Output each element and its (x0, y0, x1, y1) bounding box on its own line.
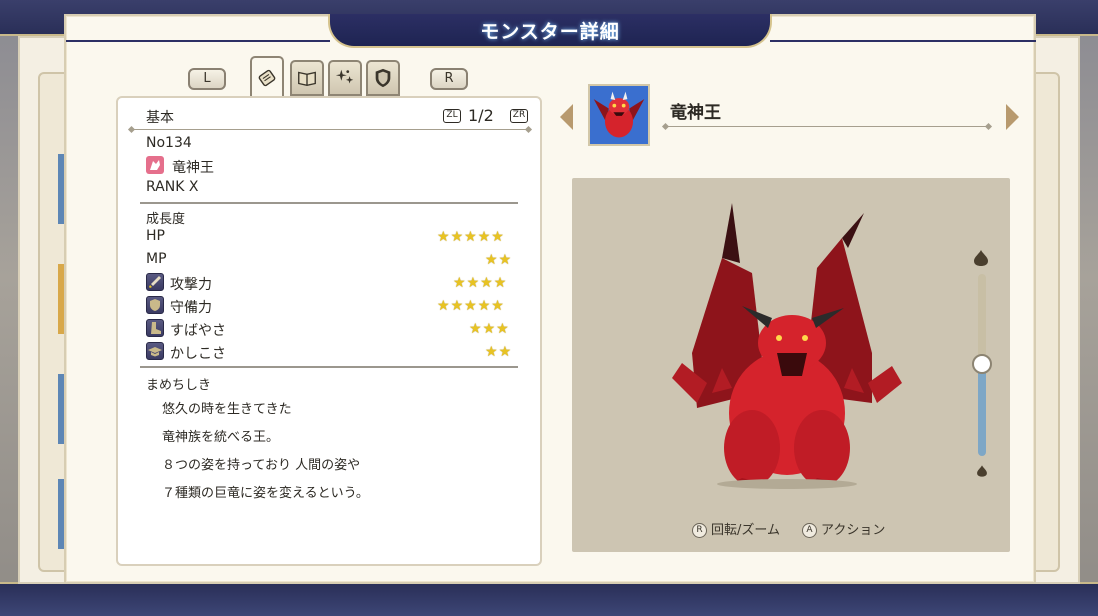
stat-stars-mp: ★ ★ (485, 253, 511, 267)
rating-star-icon: ★ (498, 252, 512, 268)
rotate-zoom-label: 回転/ズーム (711, 523, 780, 538)
sword-icon (146, 273, 164, 291)
tab-traits[interactable] (328, 60, 362, 96)
monster-number: No134 (146, 135, 192, 151)
stat-label-hp: HP (146, 228, 165, 244)
rating-star-icon: ★ (498, 344, 512, 360)
next-tab-button[interactable]: R (430, 68, 468, 90)
rating-star-icon: ★ (464, 298, 477, 314)
dragon-family-icon (146, 156, 164, 174)
zoom-in-icon[interactable] (971, 248, 991, 268)
rating-star-icon: ★ (480, 275, 493, 291)
viewer-spacer (576, 238, 606, 252)
stat-stars-wisdom: ★ ★ (485, 345, 511, 359)
page-prev-button[interactable]: ZL (443, 109, 461, 123)
graduation-cap-icon (146, 342, 164, 360)
rating-star-icon: ★ (437, 298, 450, 314)
section-divider (140, 202, 518, 204)
stat-label-attack: 攻撃力 (170, 277, 212, 293)
monster-detail-panel: モンスター詳細 L R 基本 ZL 1/2 ZR No134 竜神王 RANK … (64, 14, 1036, 584)
stat-label-defense: 守備力 (170, 300, 212, 316)
stat-stars-hp: ★ ★ ★ ★ ★ (437, 230, 504, 244)
stat-stars-defense: ★ ★ ★ ★ ★ (437, 299, 504, 313)
trivia-line: ８つの姿を持っており 人間の姿や (162, 458, 361, 473)
rating-star-icon: ★ (491, 298, 504, 314)
rating-star-icon: ★ (450, 229, 464, 245)
growth-title: 成長度 (146, 212, 186, 227)
rating-star-icon: ★ (477, 229, 491, 245)
trivia-line: 竜神族を統べる王。 (162, 430, 280, 445)
rotate-zoom-hint: R 回転/ズーム (692, 519, 780, 538)
rating-star-icon: ★ (491, 229, 504, 245)
rating-star-icon: ★ (485, 344, 498, 360)
rating-star-icon: ★ (453, 275, 466, 291)
trivia-title: まめちしき (146, 378, 212, 393)
action-hint: A アクション (802, 519, 885, 538)
stat-label-wisdom: かしこさ (170, 346, 226, 362)
tab-resistances[interactable] (366, 60, 400, 96)
next-monster-arrow[interactable] (1006, 104, 1019, 130)
tab-basic-info[interactable] (250, 56, 284, 98)
stat-label-agility: すばやさ (170, 323, 226, 339)
rating-star-icon: ★ (469, 321, 482, 337)
rating-star-icon: ★ (466, 275, 480, 291)
rating-star-icon: ★ (482, 321, 496, 337)
basic-info-card: 基本 ZL 1/2 ZR No134 竜神王 RANK X 成長度 HP ★ ★ ★… (116, 96, 542, 566)
trivia-line: 悠久の時を生きてきた (162, 402, 292, 417)
monster-name-label: 竜神王 (172, 160, 214, 176)
scroll-icon (258, 69, 276, 87)
tab-skills[interactable] (290, 60, 324, 96)
book-icon (298, 71, 316, 87)
previous-monster-arrow[interactable] (560, 104, 573, 130)
monster-3d-viewer[interactable] (572, 178, 1010, 552)
rating-star-icon: ★ (477, 298, 491, 314)
title-underline (666, 126, 988, 127)
monster-title: 竜神王 (670, 103, 721, 123)
header-divider (132, 129, 528, 130)
monster-rank: RANK X (146, 179, 199, 195)
boot-icon (146, 319, 164, 337)
stat-stars-attack: ★ ★ ★ ★ (453, 276, 506, 290)
shield-icon (375, 68, 391, 88)
rating-star-icon: ★ (437, 229, 450, 245)
rating-star-icon: ★ (450, 298, 464, 314)
title-banner: モンスター詳細 (328, 14, 772, 48)
page-next-button[interactable]: ZR (510, 109, 528, 123)
shield-stat-icon (146, 296, 164, 314)
zoom-slider-handle[interactable] (972, 354, 992, 374)
prev-tab-button[interactable]: L (188, 68, 226, 90)
sparkle-icon (335, 69, 354, 84)
zoom-out-icon[interactable] (975, 464, 989, 478)
zoom-slider-fill (978, 364, 986, 456)
page-title: モンスター詳細 (480, 20, 620, 43)
dragon-model-image (672, 203, 902, 489)
trivia-line: ７種類の巨竜に姿を変えるという。 (162, 486, 369, 501)
monster-portrait (588, 84, 650, 146)
r-stick-icon: R (692, 523, 707, 538)
rating-star-icon: ★ (464, 229, 477, 245)
stat-label-mp: MP (146, 251, 167, 267)
a-button-icon: A (802, 523, 817, 538)
title-rule-left (66, 40, 330, 42)
background-bottom-bar (0, 582, 1098, 616)
action-label: アクション (821, 523, 886, 538)
rating-star-icon: ★ (496, 321, 509, 337)
rating-star-icon: ★ (485, 252, 498, 268)
stat-stars-agility: ★ ★ ★ (469, 322, 509, 336)
section-title: 基本 (146, 110, 174, 126)
rating-star-icon: ★ (493, 275, 507, 291)
page-indicator: 1/2 (468, 106, 494, 125)
title-rule-right (770, 40, 1036, 42)
section-divider (140, 366, 518, 368)
